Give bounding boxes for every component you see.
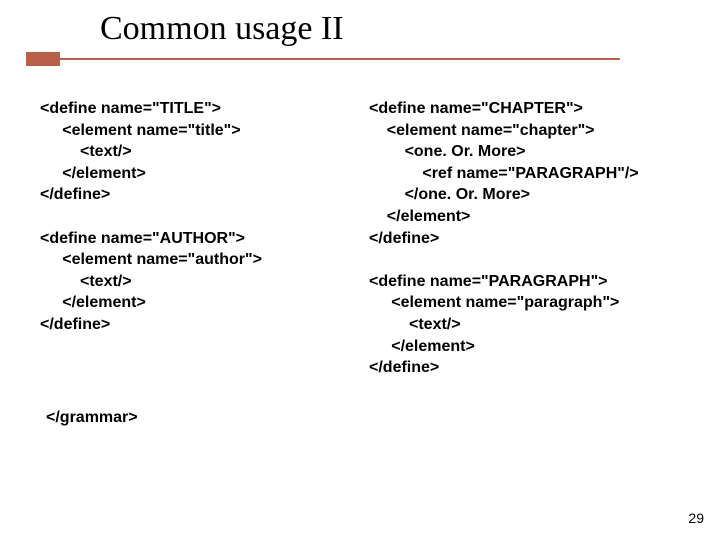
right-code-block: <define name="CHAPTER"> <element name="c… <box>369 98 690 379</box>
title-accent-box <box>26 52 60 66</box>
slide-title-area: Common usage II <box>0 0 720 48</box>
grammar-close-tag: </grammar> <box>0 379 720 427</box>
content-area: <define name="TITLE"> <element name="tit… <box>0 48 720 379</box>
left-code-block: <define name="TITLE"> <element name="tit… <box>40 98 361 379</box>
title-underline <box>60 58 620 60</box>
page-number: 29 <box>688 510 704 526</box>
slide-title: Common usage II <box>100 10 720 48</box>
